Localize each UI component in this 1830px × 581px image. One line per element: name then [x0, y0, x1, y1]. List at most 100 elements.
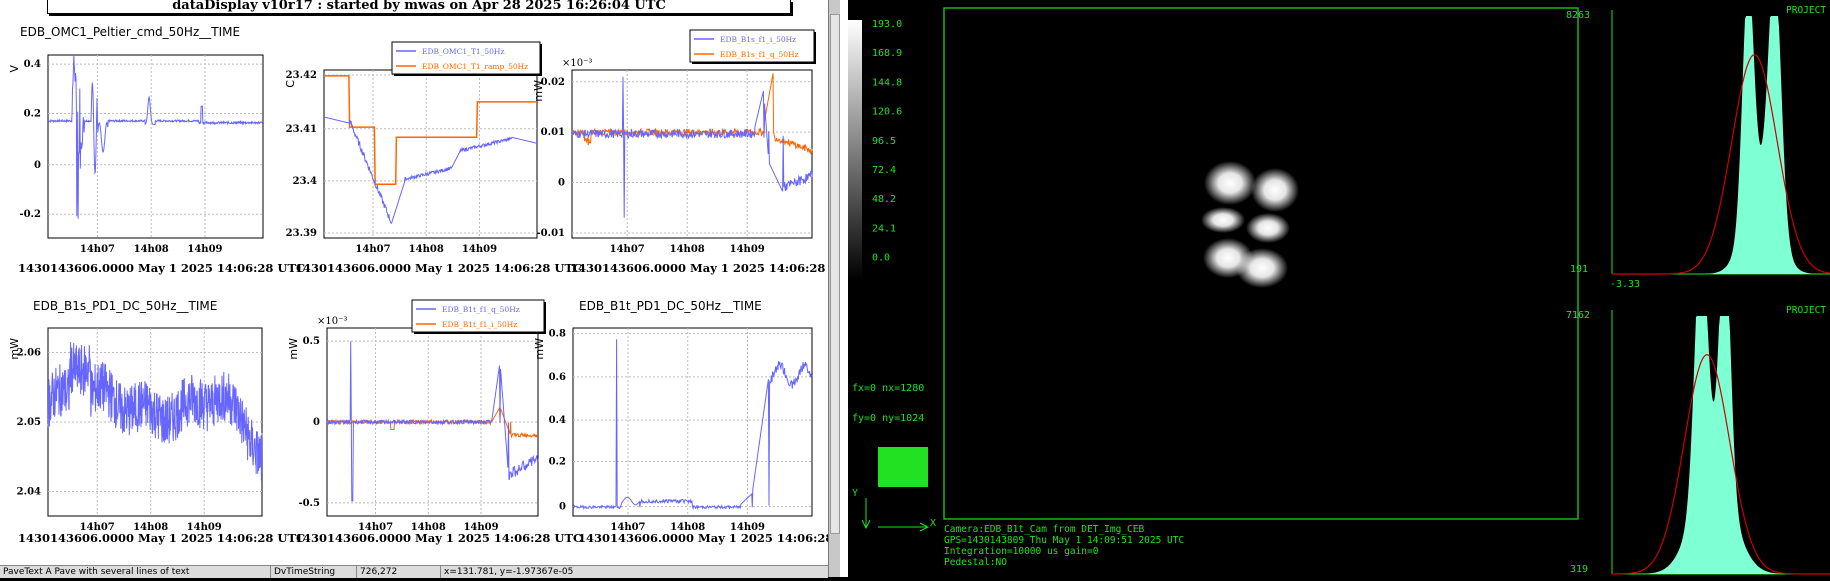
camera-info-line: Pedestal:NO	[944, 557, 1007, 568]
y-tick-label: 0.4	[549, 415, 566, 426]
fx-label: fx=0 nx=1280	[852, 383, 924, 394]
axis-x-label: X	[930, 518, 936, 529]
projection-label: PROJECT	[1786, 305, 1826, 316]
y-tick-label: 23.4	[293, 176, 317, 187]
colorbar-label: 96.5	[872, 136, 896, 147]
camera-info-line: GPS=1430143809 Thu May 1 14:09:51 2025 U…	[944, 535, 1184, 546]
colorbar-label: 24.1	[872, 223, 896, 234]
plot-timestamp: 1430143606.0000 May 1 2025 14:06:28 UTC	[570, 261, 828, 275]
legend-entry: EDB_OMC1_T1_50Hz	[422, 47, 504, 56]
projection-fit-curve	[1612, 54, 1830, 275]
beam-spot	[1236, 248, 1288, 288]
projection-max: 7162	[1566, 310, 1590, 321]
y-tick-label: 2.05	[17, 417, 41, 428]
colorbar-label: 193.0	[872, 19, 902, 30]
colorbar-label: 144.8	[872, 77, 902, 88]
y-tick-label: 0.8	[549, 329, 566, 340]
legend-entry: EDB_OMC1_T1_ramp_50Hz	[422, 62, 528, 71]
plot-timestamp: 1430143606.0000 May 1 2025 14:06:28 UTC	[578, 531, 828, 545]
trace-peltier-cmd	[47, 54, 264, 219]
trace-omc1-t1-ramp	[324, 75, 537, 185]
x-tick-label: 14h08	[134, 244, 169, 255]
colorbar-label: 120.6	[872, 107, 902, 118]
y-tick-label: 23.39	[286, 228, 317, 239]
plot-frame	[323, 69, 538, 239]
plot-timestamp: 1430143606.0000 May 1 2025 14:06:28 UTC	[295, 261, 582, 275]
projection-min: 191	[1570, 264, 1588, 275]
x-tick-label: 14h08	[670, 244, 705, 255]
projection-histogram	[1612, 316, 1830, 574]
plot-timestamp: 1430143606.0000 May 1 2025 14:06:28 UTC	[18, 261, 305, 275]
colorbar-label: 168.9	[872, 48, 902, 59]
colorbar-label: 0.0	[872, 253, 890, 264]
plot-timestamp: 1430143606.0000 May 1 2025 14:06:28 UTC	[18, 531, 305, 545]
trace-omc1-t1	[323, 116, 538, 224]
projection-min: 319	[1570, 564, 1588, 575]
camera-display-window: 193.0 168.9 144.8 120.6 96.5 72.4 48.2 24.1 0.0 f…	[848, 0, 1830, 577]
colorbar-label: 48.2	[872, 194, 896, 205]
x-tick-label: 14h07	[355, 244, 390, 255]
plots-canvas[interactable]: 0.4 0.2 0 -0.2 14h07 14h08 14h09 V EDB_OMC1_Pelt…	[0, 0, 828, 565]
y-tick-label: 0	[34, 160, 41, 171]
x-tick-label: 14h07	[80, 244, 115, 255]
y-axis-label: C	[284, 80, 297, 88]
y-axis-label: mW	[533, 338, 546, 360]
beam-spot	[1246, 213, 1290, 243]
y-tick-label: 23.42	[286, 70, 317, 81]
scrollbar-thumb[interactable]	[830, 14, 840, 534]
status-bar: PaveText A Pave with several lines of te…	[0, 565, 828, 578]
axis-y-label: Y	[852, 488, 858, 499]
y-tick-label: 2.04	[17, 487, 41, 498]
y-axis-label: mW	[287, 338, 300, 360]
y-tick-label: 0	[559, 502, 566, 513]
x-tick-label: 14h07	[610, 244, 645, 255]
y-tick-label: 0.6	[549, 372, 566, 383]
y-axis-label: mW	[532, 80, 545, 102]
x-tick-label: 14h08	[409, 244, 444, 255]
beam-spot	[1204, 161, 1256, 205]
trace-b1s-pd1-dc	[47, 342, 263, 481]
legend-entry: EDB_B1t_f1_q_50Hz	[442, 305, 520, 314]
camera-info-line: Integration=10000 us gain=0	[944, 546, 1099, 557]
intensity-colorbar	[848, 20, 862, 280]
y-tick-label: 0	[558, 178, 565, 189]
y-tick-label: 0	[313, 417, 320, 428]
axis-exponent: ×10⁻³	[317, 316, 347, 327]
projection-offset: -3.33	[1610, 279, 1640, 290]
projection-max: 8263	[1566, 10, 1590, 21]
status-pixel-coords: 726,272	[356, 566, 440, 578]
y-axis-label: V	[8, 65, 21, 73]
trace-b1s-f1-i	[571, 76, 813, 218]
beam-spot	[1201, 207, 1245, 233]
y-tick-label: -0.5	[298, 498, 320, 509]
y-tick-label: -0.2	[19, 209, 41, 220]
colorbar-label: 72.4	[872, 165, 896, 176]
status-class-name: DvTimeString	[270, 566, 344, 578]
plot-title: EDB_OMC1_Peltier_cmd_50Hz__TIME	[20, 25, 240, 39]
y-axis-label: mW	[8, 338, 21, 360]
pane-divider	[840, 0, 848, 577]
color-swatch	[878, 447, 928, 487]
status-value-coords: x=131.781, y=-1.97367e-05	[440, 566, 829, 578]
plot-title: EDB_B1s_PD1_DC_50Hz__TIME	[33, 299, 217, 313]
status-object-info: PaveText A Pave with several lines of te…	[3, 567, 190, 577]
data-display-window: dataDisplay v10r17 : started by mwas on …	[0, 0, 828, 578]
camera-canvas[interactable]: 193.0 168.9 144.8 120.6 96.5 72.4 48.2 24.1 0.0 f…	[848, 0, 1830, 577]
camera-info-line: Camera:EDB_B1t_Cam from DET_Img_CEB	[944, 524, 1144, 535]
trace-b1s-f1-q	[571, 73, 813, 155]
legend-entry: EDB_B1t_f1_i_50Hz	[442, 320, 517, 329]
x-tick-label: 14h09	[730, 244, 765, 255]
y-tick-label: 0.5	[303, 336, 320, 347]
plot-frame	[572, 327, 813, 517]
axis-exponent: ×10⁻³	[562, 58, 592, 69]
legend-entry: EDB_B1s_f1_i_50Hz	[720, 35, 796, 44]
plot-timestamp: 1430143606.0000 May 1 2025 14:06:28 UTC	[295, 531, 582, 545]
legend-entry: EDB_B1s_f1_q_50Hz	[720, 50, 799, 59]
y-tick-label: 0.01	[541, 127, 565, 138]
fy-label: fy=0 ny=1024	[852, 413, 924, 424]
x-tick-label: 14h09	[187, 244, 222, 255]
projection-label: PROJECT	[1786, 5, 1826, 16]
x-tick-label: 14h09	[462, 244, 497, 255]
plot-frame	[571, 69, 813, 239]
y-tick-label: -0.01	[536, 228, 565, 239]
